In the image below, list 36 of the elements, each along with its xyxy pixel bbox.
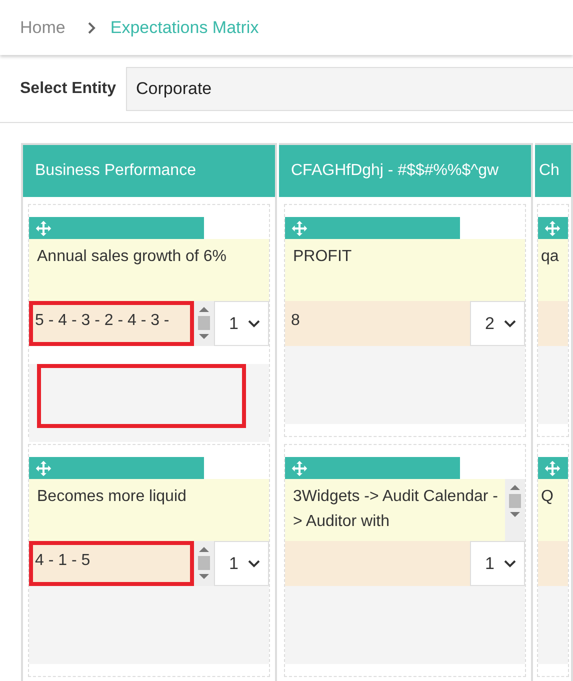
score-field[interactable]: 8 <box>285 301 470 346</box>
chevron-icon <box>87 22 96 34</box>
rank-select[interactable]: 1 <box>214 541 269 586</box>
move-icon[interactable] <box>544 460 561 476</box>
chevron-down-icon <box>504 560 516 568</box>
drag-handle-bar[interactable] <box>285 217 460 239</box>
move-icon[interactable] <box>35 460 52 476</box>
move-icon[interactable] <box>35 220 52 236</box>
text-area[interactable]: Annual sales growth of 6% <box>29 239 269 301</box>
chevron-down-icon <box>248 560 260 568</box>
column-header: Ch <box>535 143 571 197</box>
drag-handle-bar[interactable] <box>285 457 460 479</box>
breadcrumb-link[interactable]: Home <box>20 14 66 40</box>
text-area[interactable]: Q <box>538 479 568 541</box>
score-field[interactable]: 5 - 4 - 3 - 2 - 4 - 3 - <box>29 301 194 346</box>
score-field[interactable]: 4 - 1 - 5 <box>29 541 194 586</box>
rank-select[interactable]: 2 <box>470 301 525 346</box>
move-icon[interactable] <box>291 460 308 476</box>
column-header: Business Performance <box>23 143 275 197</box>
move-icon[interactable] <box>544 220 561 236</box>
text-area[interactable]: 3Widgets -> Audit Calendar -> Auditor with <box>285 479 525 541</box>
rank-select[interactable]: 1 <box>470 541 525 586</box>
chevron-down-icon <box>248 320 260 328</box>
rank-select[interactable]: 1 <box>214 301 269 346</box>
text-area[interactable]: Becomes more liquid <box>29 479 269 541</box>
drag-handle-bar[interactable] <box>29 457 204 479</box>
column-header: CFAGHfDghj - #$$#%%$^gw <box>279 143 531 197</box>
text-area[interactable]: qa <box>538 239 568 301</box>
entity-label: Select Entity <box>20 78 116 98</box>
text-area[interactable]: PROFIT <box>285 239 525 301</box>
drag-handle-bar[interactable] <box>538 457 568 479</box>
drag-handle-bar[interactable] <box>538 217 568 239</box>
chevron-down-icon <box>504 320 516 328</box>
entity-select[interactable]: Corporate <box>126 66 573 110</box>
move-icon[interactable] <box>291 220 308 236</box>
drag-handle-bar[interactable] <box>29 217 204 239</box>
